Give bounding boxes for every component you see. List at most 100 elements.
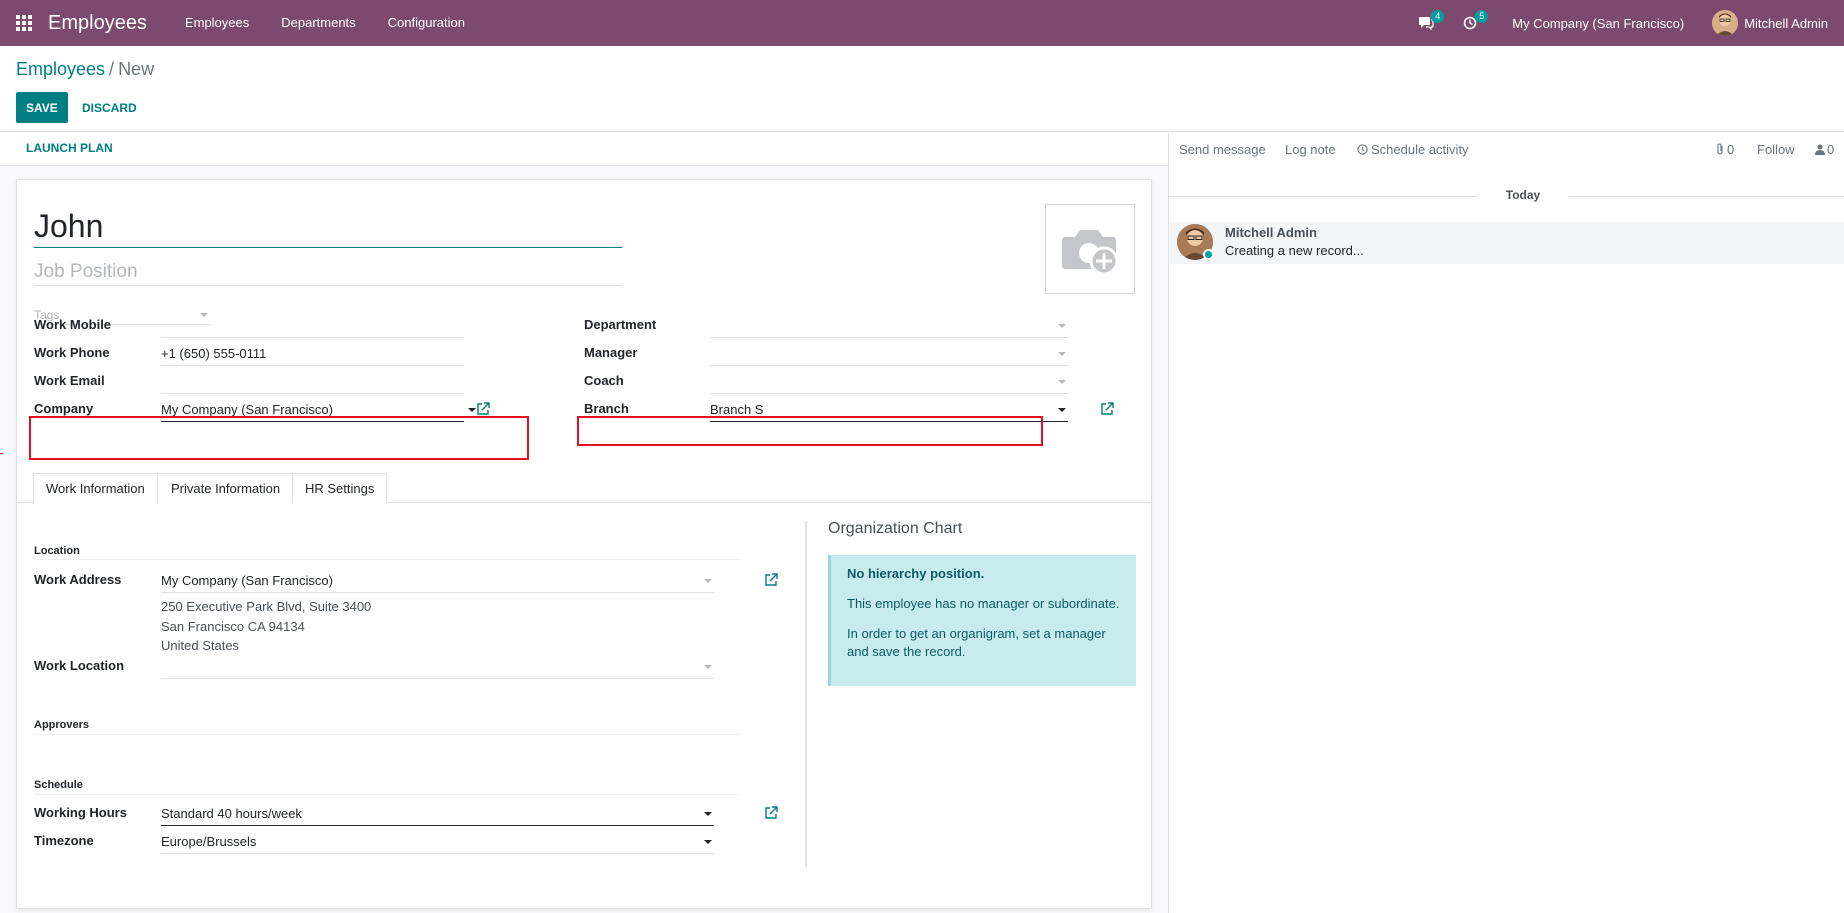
- department-select[interactable]: [710, 314, 1068, 338]
- schedule-activity-button[interactable]: Schedule activity: [1357, 142, 1469, 157]
- follow-button[interactable]: Follow: [1757, 142, 1795, 157]
- working-hours-select[interactable]: Standard 40 hours/week: [161, 802, 714, 826]
- schedule-section-title: Schedule: [34, 779, 83, 791]
- schedule-section-divider: [34, 794, 740, 795]
- launch-plan-button[interactable]: LAUNCH PLAN: [16, 141, 123, 155]
- job-position-input[interactable]: Job Position: [34, 258, 622, 286]
- company-highlight-box: [29, 416, 529, 460]
- working-hours-dropdown-icon[interactable]: [704, 811, 712, 816]
- department-dropdown-icon[interactable]: [1058, 323, 1066, 328]
- notebook-tabs: Work Information Private Information HR …: [17, 473, 1151, 504]
- employee-name-input[interactable]: John: [34, 204, 622, 248]
- messages-icon[interactable]: 4: [1404, 0, 1448, 46]
- timezone-dropdown-icon[interactable]: [704, 839, 712, 844]
- manager-select[interactable]: [710, 342, 1068, 366]
- work-address-select[interactable]: My Company (San Francisco): [161, 569, 714, 593]
- department-label: Department: [584, 317, 657, 332]
- work-phone-row: Work Phone +1 (650) 555-0111: [34, 342, 464, 366]
- menu-configuration[interactable]: Configuration: [372, 0, 481, 46]
- manager-dropdown-icon[interactable]: [1058, 351, 1066, 356]
- branch-dropdown-icon[interactable]: [1058, 407, 1066, 412]
- org-chart-title: Organization Chart: [828, 520, 963, 537]
- work-mobile-input[interactable]: [161, 314, 464, 338]
- work-email-row: Work Email: [34, 370, 464, 394]
- work-address-external-link-icon[interactable]: [764, 573, 778, 587]
- work-phone-input[interactable]: +1 (650) 555-0111: [161, 342, 464, 366]
- send-message-button[interactable]: Send message: [1179, 142, 1266, 157]
- breadcrumb-employees[interactable]: Employees: [16, 59, 105, 79]
- working-hours-external-link-icon[interactable]: [764, 806, 778, 820]
- user-name: Mitchell Admin: [1744, 15, 1828, 31]
- camera-add-icon: [1062, 230, 1119, 276]
- online-status-icon: [1203, 249, 1214, 260]
- company-switcher[interactable]: My Company (San Francisco): [1492, 16, 1712, 31]
- branch-label: Branch: [584, 401, 629, 416]
- paperclip-icon: [1717, 143, 1723, 155]
- work-address-details: 250 Executive Park Blvd, Suite 3400 San …: [161, 597, 371, 656]
- column-divider: [805, 521, 807, 867]
- tab-private-information[interactable]: Private Information: [159, 473, 294, 503]
- apps-menu-icon[interactable]: [0, 0, 48, 46]
- org-chart-line-2: In order to get an organigram, set a man…: [847, 626, 1106, 659]
- company-dropdown-icon[interactable]: [468, 407, 476, 412]
- work-address-dropdown-icon[interactable]: [704, 578, 712, 583]
- work-address-label: Work Address: [34, 572, 122, 587]
- attachments-button[interactable]: 0: [1715, 142, 1734, 157]
- timezone-row: Timezone Europe/Brussels: [34, 830, 734, 854]
- user-avatar-icon: [1712, 10, 1739, 36]
- working-hours-value: Standard 40 hours/week: [161, 806, 302, 821]
- today-label: Today: [1505, 188, 1541, 202]
- message-author[interactable]: Mitchell Admin: [1225, 225, 1317, 240]
- branch-external-link-icon[interactable]: [1100, 402, 1114, 416]
- timezone-select[interactable]: Europe/Brussels: [161, 830, 714, 854]
- control-panel: Employees / New SAVE DISCARD: [0, 46, 1844, 132]
- company-label: Company: [34, 401, 94, 416]
- work-location-dropdown-icon[interactable]: [704, 664, 712, 669]
- work-address-value: My Company (San Francisco): [161, 573, 333, 588]
- app-brand[interactable]: Employees: [48, 12, 147, 35]
- tab-work-information[interactable]: Work Information: [33, 473, 158, 504]
- working-hours-row: Working Hours Standard 40 hours/week: [34, 802, 794, 826]
- work-email-label: Work Email: [34, 373, 105, 388]
- save-button[interactable]: SAVE: [16, 92, 68, 123]
- coach-label: Coach: [584, 373, 624, 388]
- work-location-select[interactable]: [161, 655, 714, 679]
- company-external-link-icon[interactable]: [476, 402, 490, 416]
- work-location-row: Work Location: [34, 655, 734, 679]
- breadcrumb: Employees / New: [16, 59, 154, 80]
- main-menu: Employees Departments Configuration: [169, 0, 481, 46]
- branch-highlight-box: [577, 416, 1043, 446]
- coach-select[interactable]: [710, 370, 1068, 394]
- work-phone-label: Work Phone: [34, 345, 110, 360]
- followers-button[interactable]: 0: [1815, 142, 1834, 157]
- department-row: Department: [584, 314, 1068, 338]
- chatter-message: Mitchell Admin Creating a new record...: [1169, 222, 1844, 264]
- work-mobile-label: Work Mobile: [34, 317, 112, 332]
- tab-hr-settings[interactable]: HR Settings: [293, 473, 388, 503]
- location-section-divider: [34, 559, 740, 560]
- org-chart-line-1: This employee has no manager or subordin…: [847, 596, 1120, 611]
- address-line-1: 250 Executive Park Blvd, Suite 3400: [161, 599, 372, 614]
- address-line-2: San Francisco CA 94134: [161, 618, 305, 634]
- org-chart-heading: No hierarchy position.: [847, 566, 985, 581]
- log-note-button[interactable]: Log note: [1285, 142, 1336, 157]
- manager-row: Manager: [584, 342, 1068, 366]
- menu-employees[interactable]: Employees: [169, 0, 265, 46]
- activities-icon[interactable]: 5: [1448, 0, 1492, 46]
- employee-photo-upload[interactable]: [1045, 204, 1135, 294]
- user-icon: [1815, 144, 1825, 155]
- menu-departments[interactable]: Departments: [265, 0, 371, 46]
- top-navbar: Employees Employees Departments Configur…: [0, 0, 1844, 46]
- user-menu[interactable]: Mitchell Admin: [1712, 10, 1844, 36]
- work-email-input[interactable]: [161, 370, 464, 394]
- work-mobile-row: Work Mobile: [34, 314, 464, 338]
- clock-icon: [1357, 144, 1368, 155]
- address-line-3: United States: [161, 638, 240, 653]
- company-value: My Company (San Francisco): [161, 402, 333, 417]
- org-chart-info-box: No hierarchy position. This employee has…: [828, 555, 1136, 686]
- left-edge-marker: [0, 453, 3, 454]
- coach-dropdown-icon[interactable]: [1058, 379, 1066, 384]
- activities-badge: 5: [1475, 10, 1489, 23]
- discard-button[interactable]: DISCARD: [72, 92, 147, 123]
- location-section-title: Location: [34, 545, 80, 557]
